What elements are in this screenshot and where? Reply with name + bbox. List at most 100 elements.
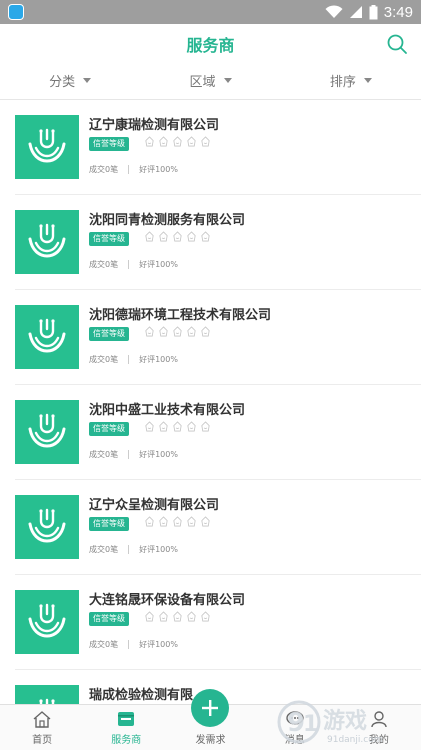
reputation-badge: 信誉等级 [89, 137, 129, 151]
reputation-badge: 信誉等级 [89, 327, 129, 341]
provider-list-item[interactable]: 大连铭晟环保设备有限公司 信誉等级 成交0笔 好评100% [15, 575, 421, 670]
rating-star-icon [159, 231, 168, 242]
rating-star-icon [173, 421, 182, 432]
provider-logo [15, 115, 79, 179]
reputation-stars [144, 516, 211, 527]
provider-list-item[interactable]: 辽宁康瑞检测有限公司 信誉等级 成交0笔 好评100% [15, 100, 421, 195]
provider-logo-icon [28, 603, 66, 638]
filter-category[interactable]: 分类 [0, 62, 140, 99]
svg-text:1: 1 [303, 712, 318, 737]
app-notification-icon [8, 4, 24, 20]
provider-logo-icon [28, 413, 66, 448]
nav-label: 发需求 [195, 735, 226, 746]
rating-star-icon [173, 516, 182, 527]
provider-logo [15, 685, 79, 704]
store-icon [118, 712, 135, 726]
watermark-domain: 91danji.com [327, 735, 382, 745]
provider-logo-icon [28, 128, 66, 163]
signal-icon [349, 6, 362, 18]
deals-count: 成交0笔 [89, 260, 119, 269]
stats-divider [128, 260, 130, 269]
provider-logo [15, 400, 79, 464]
home-icon [33, 711, 51, 728]
rating-star-icon [173, 231, 182, 242]
positive-rating: 好评100% [139, 355, 178, 364]
rating-star-icon [173, 611, 182, 622]
positive-rating: 好评100% [139, 640, 178, 649]
deals-count: 成交0笔 [89, 545, 119, 554]
rating-star-icon [187, 611, 196, 622]
nav-providers[interactable]: 服务商 [84, 705, 168, 750]
search-icon[interactable] [385, 32, 409, 56]
provider-logo-icon [28, 508, 66, 543]
provider-name: 瑞成检验检测有限 [89, 688, 194, 703]
filter-sort[interactable]: 排序 [281, 62, 421, 99]
filter-region[interactable]: 区域 [140, 62, 280, 99]
provider-list-item[interactable]: 辽宁众呈检测有限公司 信誉等级 成交0笔 好评100% [15, 480, 421, 575]
status-bar: 3:49 [0, 0, 421, 24]
rating-star-icon [187, 516, 196, 527]
rating-star-icon [201, 326, 210, 337]
provider-name: 沈阳同青检测服务有限公司 [89, 213, 246, 228]
deals-count: 成交0笔 [89, 165, 119, 174]
rating-star-icon [159, 421, 168, 432]
rating-star-icon [145, 136, 154, 147]
caret-down-icon [83, 78, 92, 83]
stats-divider [128, 165, 130, 174]
rating-star-icon [159, 611, 168, 622]
provider-name: 沈阳中盛工业技术有限公司 [89, 403, 246, 418]
reputation-stars [144, 421, 211, 432]
deals-count: 成交0笔 [89, 450, 119, 459]
rating-star-icon [187, 231, 196, 242]
provider-logo-icon [39, 698, 55, 704]
stats-divider [128, 355, 130, 364]
provider-list-item[interactable]: 沈阳中盛工业技术有限公司 信誉等级成交0笔 好评100% [15, 385, 421, 480]
provider-logo-icon [28, 223, 66, 258]
reputation-badge: 信誉等级 [89, 517, 129, 531]
filter-label: 分类 [49, 75, 76, 90]
rating-star-icon [173, 136, 182, 147]
provider-logo [15, 305, 79, 369]
rating-star-icon [201, 231, 210, 242]
provider-list-item[interactable]: 沈阳德瑞环境工程技术有限公司 信誉等级成交0笔 好评100% [15, 290, 421, 385]
rating-star-icon [159, 326, 168, 337]
filter-label: 区域 [189, 75, 216, 90]
plus-icon [202, 700, 218, 716]
provider-stats: 成交0笔 好评100% [89, 449, 178, 460]
rating-star-icon [201, 611, 210, 622]
provider-stats: 成交0笔 好评100% [89, 639, 178, 650]
positive-rating: 好评100% [139, 165, 178, 174]
rating-star-icon [145, 611, 154, 622]
provider-name: 大连铭晟环保设备有限公司 [89, 593, 246, 608]
nav-home[interactable]: 首页 [0, 705, 84, 750]
provider-logo-icon [28, 318, 66, 353]
rating-star-icon [145, 231, 154, 242]
deals-count: 成交0笔 [89, 355, 119, 364]
provider-stats: 成交0笔 好评100% [89, 164, 178, 175]
post-request-button[interactable] [191, 689, 229, 727]
rating-star-icon [159, 136, 168, 147]
provider-list-item[interactable]: 沈阳同青检测服务有限公司 信誉等级 成交0笔 好评100% [15, 195, 421, 290]
reputation-badge: 信誉等级 [89, 422, 129, 436]
stats-divider [128, 450, 130, 459]
positive-rating: 好评100% [139, 260, 178, 269]
reputation-stars [144, 326, 211, 337]
caret-down-icon [363, 78, 372, 83]
positive-rating: 好评100% [139, 545, 178, 554]
rating-star-icon [201, 136, 210, 147]
provider-stats: 成交0笔 好评100% [89, 354, 178, 365]
stats-divider [128, 640, 130, 649]
watermark-text: 游戏 [323, 708, 367, 734]
provider-name: 沈阳德瑞环境工程技术有限公司 [89, 308, 272, 323]
clock: 3:49 [383, 3, 413, 21]
nav-label: 首页 [32, 735, 53, 746]
provider-logo [15, 495, 79, 559]
reputation-stars [144, 136, 211, 147]
app-header: 服务商 [0, 24, 421, 62]
filter-bar: 分类 区域 排序 [0, 62, 421, 100]
provider-stats: 成交0笔 好评100% [89, 544, 178, 555]
deals-count: 成交0笔 [89, 640, 119, 649]
reputation-stars [144, 611, 211, 622]
site-watermark: 9 1 游戏 91danji.com [277, 700, 382, 745]
page-title: 服务商 [186, 36, 235, 55]
